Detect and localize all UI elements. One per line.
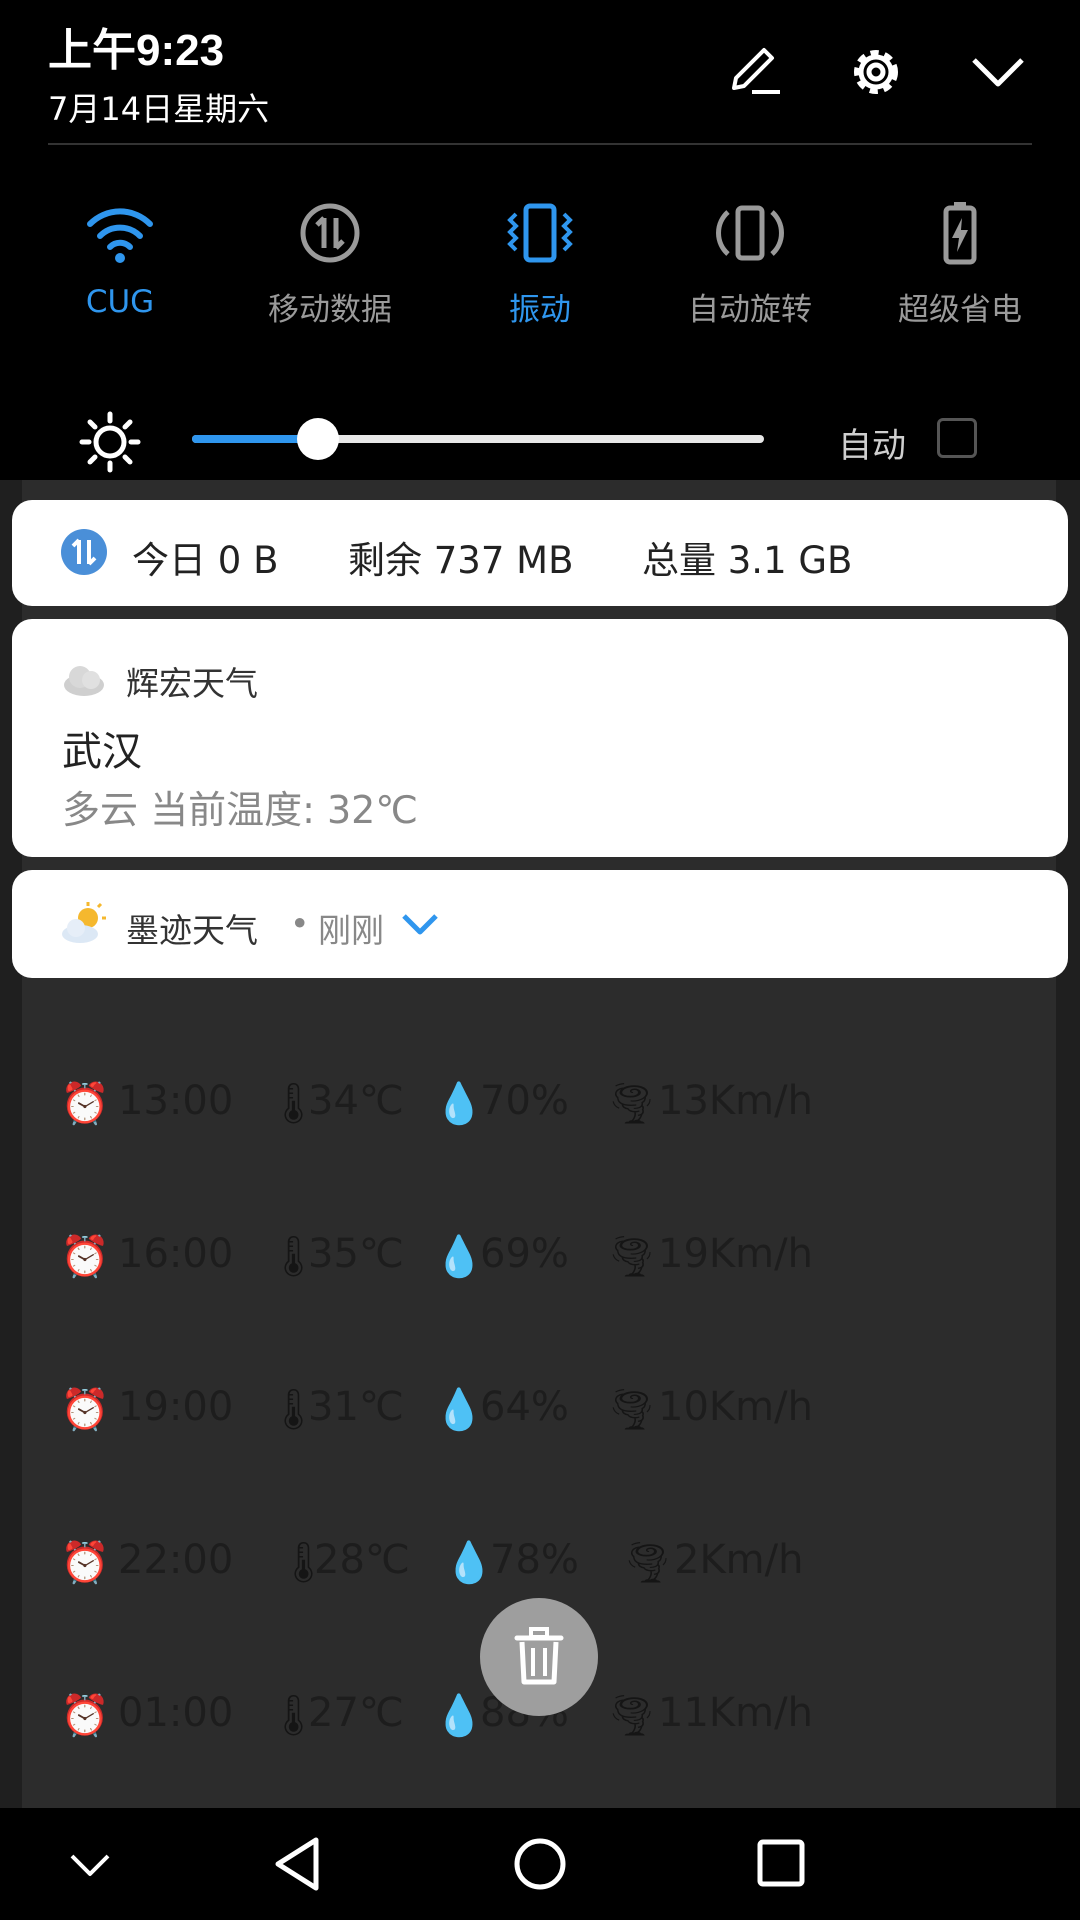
navigation-bar	[0, 1808, 1080, 1920]
data-remaining: 剩余 737 MB	[348, 539, 574, 582]
date-text: 7月14日星期六	[48, 90, 270, 128]
toggle-auto-rotate[interactable]: 自动旋转	[660, 200, 840, 340]
toggle-vibrate-label: 振动	[509, 292, 571, 328]
forecast-row: ⏰ 19:00 🌡 31℃ 💧 64% 🌪 10Km/h	[22, 1366, 1056, 1446]
humidity-icon: 💧	[434, 1387, 484, 1433]
forecast-time: 13:00	[118, 1078, 234, 1124]
alarm-icon: ⏰	[60, 1081, 110, 1127]
forecast-humidity: 70%	[480, 1078, 569, 1124]
toggle-auto-rotate-label: 自动旋转	[688, 292, 812, 328]
forecast-temp: 31℃	[308, 1384, 404, 1430]
humidity-icon: 💧	[434, 1693, 484, 1739]
forecast-time: 19:00	[118, 1384, 234, 1430]
back-icon[interactable]	[264, 1828, 336, 1900]
sun-cloud-icon	[62, 902, 106, 943]
brightness-slider[interactable]	[192, 418, 764, 460]
forecast-time: 22:00	[118, 1537, 234, 1583]
brightness-slider-knob[interactable]	[296, 418, 339, 460]
toggle-wifi[interactable]: CUG	[30, 200, 210, 340]
alarm-icon: ⏰	[60, 1693, 110, 1739]
expand-chevron-icon[interactable]	[398, 906, 442, 942]
weather-city: 武汉	[62, 729, 142, 775]
humidity-icon: 💧	[434, 1234, 484, 1280]
toggle-battery-saver-label: 超级省电	[898, 292, 1022, 328]
forecast-humidity: 78%	[490, 1537, 579, 1583]
toggle-battery-saver[interactable]: 超级省电	[870, 200, 1050, 340]
forecast-humidity: 69%	[480, 1231, 569, 1277]
notification-time: 刚刚	[318, 911, 384, 950]
clear-notifications-button[interactable]	[480, 1598, 598, 1716]
data-total: 总量 3.1 GB	[642, 539, 853, 582]
recents-icon[interactable]	[744, 1828, 816, 1900]
wifi-icon	[87, 208, 153, 263]
settings-icon[interactable]	[844, 40, 908, 104]
forecast-row: ⏰ 13:00 🌡 34℃ 💧 70% 🌪 13Km/h	[22, 1060, 1056, 1140]
notification-app-name: 墨迹天气	[126, 911, 258, 950]
separator-dot: •	[290, 904, 310, 943]
vibrate-icon	[507, 203, 573, 263]
auto-brightness-checkbox[interactable]	[937, 418, 977, 458]
forecast-temp: 28℃	[314, 1537, 410, 1583]
weather-notification-moji[interactable]: 墨迹天气 • 刚刚	[12, 870, 1068, 978]
wind-icon: 🌪	[606, 1081, 657, 1127]
forecast-wind: 19Km/h	[658, 1231, 813, 1277]
forecast-temp: 27℃	[308, 1690, 404, 1736]
alarm-icon: ⏰	[60, 1387, 110, 1433]
trash-icon	[514, 1627, 564, 1685]
data-usage-icon	[61, 529, 107, 575]
toggle-mobile-data[interactable]: 移动数据	[240, 200, 420, 340]
notification-app-name: 辉宏天气	[126, 664, 258, 703]
humidity-icon: 💧	[444, 1540, 494, 1586]
nav-hide-icon[interactable]	[54, 1828, 126, 1900]
humidity-icon: 💧	[434, 1081, 484, 1127]
wind-icon: 🌪	[606, 1234, 657, 1280]
mobile-data-icon	[300, 203, 360, 263]
toggle-mobile-data-label: 移动数据	[268, 292, 392, 328]
toggle-vibrate[interactable]: 振动	[450, 200, 630, 340]
battery-saver-icon	[943, 202, 977, 265]
forecast-wind: 13Km/h	[658, 1078, 813, 1124]
alarm-icon: ⏰	[60, 1234, 110, 1280]
forecast-wind: 11Km/h	[658, 1690, 813, 1736]
alarm-icon: ⏰	[60, 1540, 110, 1586]
forecast-time: 16:00	[118, 1231, 234, 1277]
forecast-row: ⏰ 22:00 🌡 28℃ 💧 78% 🌪 2Km/h	[22, 1519, 1056, 1599]
auto-rotate-icon	[716, 205, 784, 261]
weather-condition: 多云 当前温度: 32℃	[62, 788, 418, 832]
auto-brightness-label: 自动	[838, 426, 906, 466]
forecast-wind: 10Km/h	[658, 1384, 813, 1430]
weather-notification-huihong[interactable]: 辉宏天气 武汉 多云 当前温度: 32℃	[12, 619, 1068, 857]
data-today: 今日 0 B	[132, 539, 279, 582]
collapse-icon[interactable]	[966, 40, 1030, 104]
data-usage-notification[interactable]: 今日 0 B 剩余 737 MB 总量 3.1 GB	[12, 500, 1068, 606]
cloud-icon	[64, 666, 104, 696]
wind-icon: 🌪	[622, 1540, 673, 1586]
forecast-temp: 34℃	[308, 1078, 404, 1124]
edit-icon[interactable]	[722, 40, 786, 104]
forecast-wind: 2Km/h	[674, 1537, 804, 1583]
wind-icon: 🌪	[606, 1693, 657, 1739]
toggle-wifi-label: CUG	[85, 284, 155, 320]
clock-time: 上午9:23	[48, 26, 225, 75]
wind-icon: 🌪	[606, 1387, 657, 1433]
forecast-row: ⏰ 16:00 🌡 35℃ 💧 69% 🌪 19Km/h	[22, 1213, 1056, 1293]
forecast-temp: 35℃	[308, 1231, 404, 1277]
home-icon[interactable]	[504, 1828, 576, 1900]
brightness-icon	[79, 411, 141, 473]
header-divider	[48, 143, 1032, 145]
forecast-time: 01:00	[118, 1690, 234, 1736]
forecast-humidity: 64%	[480, 1384, 569, 1430]
